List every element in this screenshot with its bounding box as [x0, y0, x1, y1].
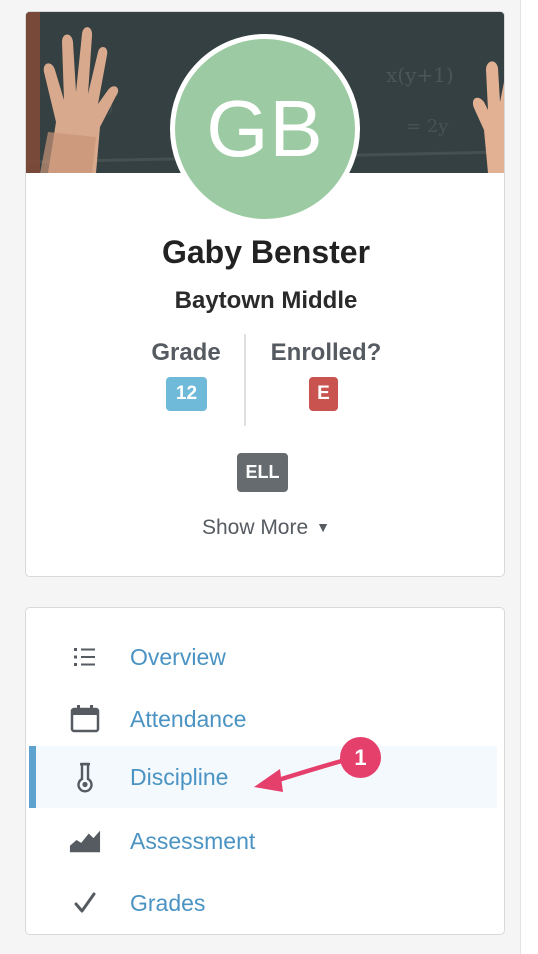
annotation-arrow [254, 757, 348, 792]
annotation-number-badge: 1 [340, 737, 381, 778]
